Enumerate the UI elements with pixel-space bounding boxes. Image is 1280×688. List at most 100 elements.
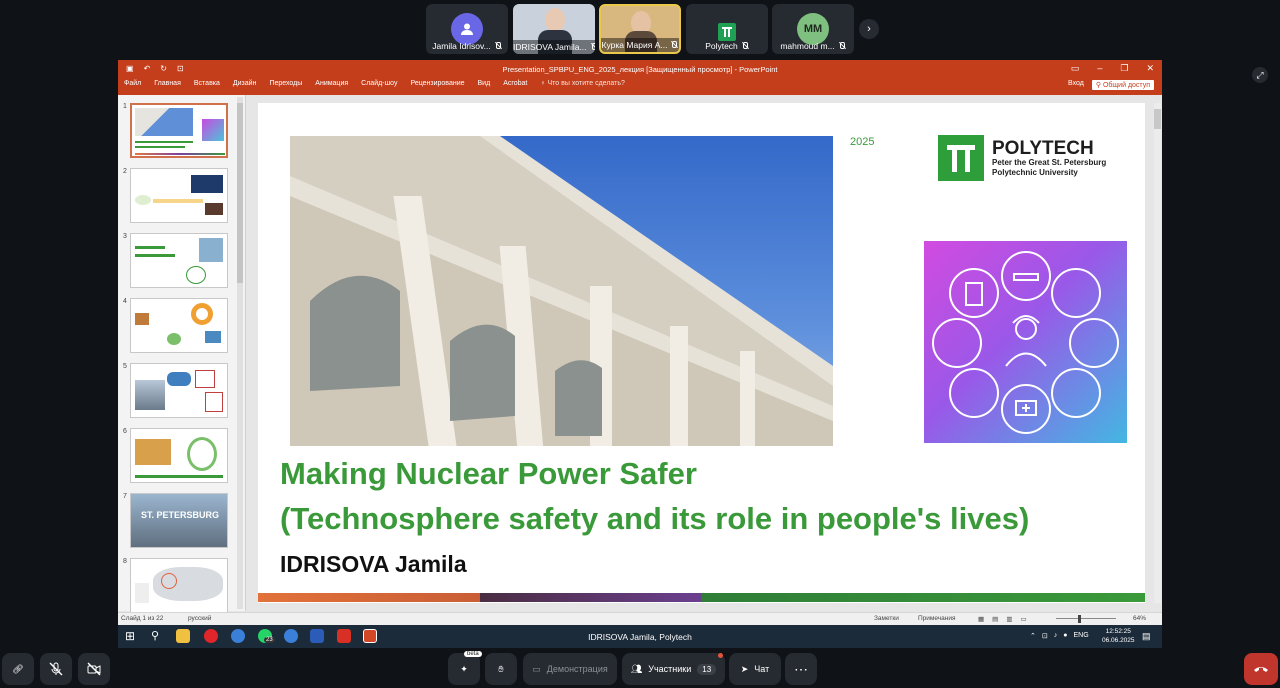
menu-slideshow[interactable]: Слайд-шоу — [361, 80, 397, 87]
leaf-icon — [1069, 318, 1119, 368]
safety-icons-image — [924, 241, 1127, 443]
polytech-logo: POLYTECH Peter the Great St. Petersburg … — [938, 135, 1106, 181]
send-icon: ➤ — [740, 663, 749, 674]
clock[interactable]: 12:52:25 06.06.2025 — [1102, 627, 1135, 645]
restore-icon[interactable]: ❐ — [1120, 63, 1128, 74]
sparkle-icon: ✦ — [460, 663, 468, 674]
network-icon[interactable]: ⊡ — [1042, 632, 1048, 640]
polytech-logo-icon — [718, 23, 736, 41]
leave-call-button[interactable] — [1244, 653, 1278, 685]
minimize-icon[interactable]: – — [1097, 63, 1102, 74]
notes-button[interactable]: Заметки — [874, 615, 899, 622]
menu-transitions[interactable]: Переходы — [269, 80, 302, 87]
mic-off-icon — [838, 42, 846, 50]
microphone-icon[interactable]: ● — [1063, 632, 1067, 640]
powerpoint-window: ▣ ↶ ↻ ⊡ Presentation_SPBPU_ENG_2025_лекция … — [118, 60, 1162, 648]
slide-scrollbar[interactable] — [1154, 103, 1161, 603]
slide-thumbnail-5[interactable] — [130, 363, 228, 418]
menu-animation[interactable]: Анимация — [315, 80, 348, 87]
reading-view-icon[interactable]: ▥ — [1006, 615, 1012, 623]
logo-name: POLYTECH — [992, 137, 1094, 159]
participant-name: Polytech — [705, 41, 738, 51]
slide-thumbnail-6[interactable] — [130, 428, 228, 483]
zoom-level[interactable]: 64% — [1133, 615, 1146, 622]
tell-me-search[interactable]: ♀ Что вы хотите сделать? — [540, 80, 625, 87]
screen-share-button[interactable]: ▭ Демонстрация — [523, 653, 617, 685]
thumbnails-scrollbar[interactable] — [237, 97, 243, 609]
normal-view-icon[interactable]: ▦ — [978, 615, 984, 623]
slideshow-view-icon[interactable]: ▭ — [1020, 615, 1026, 623]
comments-button[interactable]: Примечания — [918, 615, 956, 622]
volume-icon[interactable]: ♪ — [1054, 632, 1058, 640]
goggles-icon — [1001, 251, 1051, 301]
participant-name: Jamila Idrisov... — [432, 41, 491, 51]
slide-canvas[interactable]: 2025 POLYTECH Peter the Great St. Peters… — [258, 103, 1145, 603]
participants-label: Участники — [648, 664, 692, 674]
copy-link-button[interactable]: 🔗︎ — [2, 653, 34, 685]
participants-button[interactable]: 👥︎ Участники 13 — [622, 653, 725, 685]
screen-share-label: Демонстрация — [546, 664, 608, 674]
slide-thumbnail-8[interactable] — [130, 558, 228, 613]
chevron-up-icon[interactable]: ⌃ — [1030, 632, 1036, 640]
participant-name: mahmoud m... — [780, 41, 835, 51]
ai-assistant-button[interactable]: ✦ beta — [448, 651, 482, 685]
share-button[interactable]: ⚲ Общий доступ — [1091, 80, 1154, 90]
menu-insert[interactable]: Вставка — [194, 80, 220, 87]
slide-number: 4 — [123, 298, 127, 305]
more-options-button[interactable]: ⋯ — [785, 653, 817, 685]
vest-icon — [949, 268, 999, 318]
clipboard-icon — [932, 318, 982, 368]
mute-button[interactable] — [40, 653, 72, 685]
mic-off-icon — [494, 42, 502, 50]
link-icon: 🔗︎ — [12, 663, 24, 674]
user-icon — [461, 23, 473, 35]
slide-title: Making Nuclear Power Safer (Technosphere… — [280, 452, 1029, 542]
language-indicator[interactable]: ENG — [1073, 632, 1088, 640]
close-icon[interactable]: ✕ — [1146, 63, 1154, 74]
mic-off-icon — [49, 662, 63, 676]
menu-file[interactable]: Файл — [124, 80, 141, 87]
slide-number: 3 — [123, 233, 127, 240]
notifications-icon[interactable]: ▤ — [1142, 631, 1151, 642]
respirator-icon — [1051, 268, 1101, 318]
menu-design[interactable]: Дизайн — [233, 80, 257, 87]
slide-thumbnail-7[interactable]: ST. PETERSBURG — [130, 493, 228, 548]
language-status[interactable]: русский — [188, 615, 211, 622]
slide-thumbnail-4[interactable] — [130, 298, 228, 353]
menu-home[interactable]: Главная — [154, 80, 181, 87]
windows-taskbar: ⊞ ⚲ 23 IDRISOVA Jamila, Polytech ⌃ ⊡ ♪ ● ENG… — [118, 625, 1162, 648]
zoom-slider-thumb[interactable] — [1078, 615, 1081, 623]
camera-off-icon — [87, 662, 101, 676]
camera-button[interactable] — [78, 653, 110, 685]
raise-hand-button[interactable]: ✋︎ — [485, 653, 517, 685]
menu-acrobat[interactable]: Acrobat — [503, 80, 527, 87]
slide-thumbnail-1[interactable] — [130, 103, 228, 158]
view-buttons: ▦ ▤ ▥ ▭ — [978, 615, 1027, 623]
sorter-view-icon[interactable]: ▤ — [992, 615, 998, 623]
participant-tile[interactable]: IDRISOVA Jamila... — [513, 4, 595, 54]
slide-number: 6 — [123, 428, 127, 435]
participant-tile[interactable]: Polytech — [686, 4, 768, 54]
slide-counter: Слайд 1 из 22 — [121, 615, 164, 622]
next-participants-button[interactable]: › — [859, 19, 879, 39]
zoom-slider[interactable] — [1056, 618, 1116, 619]
beta-badge: beta — [464, 651, 482, 657]
chat-button[interactable]: ➤ Чат — [729, 653, 781, 685]
thumbnail-text: ST. PETERSBURG — [140, 510, 219, 520]
ribbon-options-icon[interactable]: ▭ — [1071, 63, 1080, 74]
slide-number: 8 — [123, 558, 127, 565]
polytech-pi-icon — [938, 135, 984, 181]
menu-view[interactable]: Вид — [478, 80, 491, 87]
participant-tile[interactable]: Jamila Idrisov... — [426, 4, 508, 54]
slide-thumbnail-2[interactable] — [130, 168, 228, 223]
slide-thumbnail-3[interactable] — [130, 233, 228, 288]
participant-tile-speaking[interactable]: Курка Мария А... — [599, 4, 681, 54]
slide-number: 5 — [123, 363, 127, 370]
account-area: Вход ⚲ Общий доступ — [1068, 80, 1154, 90]
mic-off-icon — [741, 42, 749, 50]
chevron-right-icon: › — [867, 23, 871, 35]
fullscreen-button[interactable]: ⤢ — [1252, 67, 1268, 83]
signin-link[interactable]: Вход — [1068, 80, 1084, 90]
participant-tile[interactable]: MM mahmoud m... — [772, 4, 854, 54]
menu-review[interactable]: Рецензирование — [410, 80, 464, 87]
